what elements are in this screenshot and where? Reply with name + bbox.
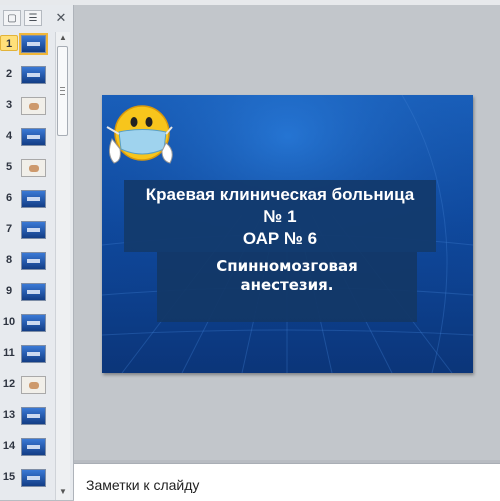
slide-number: 13	[2, 409, 16, 421]
pane-header: ▢ ☰ ✕	[0, 8, 73, 28]
slides-tab-icon[interactable]: ▢	[3, 10, 21, 26]
slide-number: 8	[5, 254, 13, 266]
grip-icon	[60, 87, 65, 95]
slide-thumbnail-2[interactable]: 2	[0, 63, 54, 94]
slide-thumbnail-13[interactable]: 13	[0, 404, 54, 435]
slide-title[interactable]: Краевая клиническая больница № 1 ОАР № 6	[124, 184, 436, 250]
slide-thumbnail-image[interactable]	[21, 376, 46, 394]
slide-number: 14	[2, 440, 16, 452]
slide-title-line: ОАР № 6	[242, 229, 318, 248]
current-slide[interactable]: Краевая клиническая больница № 1 ОАР № 6…	[102, 95, 473, 373]
slide-thumbnail-image[interactable]	[21, 221, 46, 239]
scrollbar-thumb[interactable]	[57, 46, 68, 136]
scroll-down-icon[interactable]: ▼	[56, 486, 70, 498]
slide-number: 5	[5, 161, 13, 173]
slide-number: 6	[5, 192, 13, 204]
thumbnail-scrollbar[interactable]: ▲ ▼	[55, 32, 70, 500]
slide-title-line: Краевая клиническая больница	[145, 185, 415, 204]
slide-thumbnail-image[interactable]	[21, 66, 46, 84]
notes-placeholder: Заметки к слайду	[86, 477, 200, 493]
slide-thumbnail-1[interactable]: 1	[0, 32, 54, 63]
slide-subtitle-line: Спинномозговая	[216, 257, 358, 275]
outline-tab-icon[interactable]: ☰	[24, 10, 42, 26]
slide-thumbnail-15[interactable]: 15	[0, 466, 54, 497]
slide-thumbnail-image[interactable]	[21, 345, 46, 363]
slide-subtitle[interactable]: Спинномозговая анестезия.	[157, 257, 417, 295]
slide-thumbnail-8[interactable]: 8	[0, 249, 54, 280]
slide-thumbnail-7[interactable]: 7	[0, 218, 54, 249]
slide-thumbnail-image[interactable]	[19, 33, 48, 55]
notes-pane[interactable]: Заметки к слайду	[74, 463, 500, 501]
slide-thumbnail-image[interactable]	[21, 159, 46, 177]
slide-thumbnail-image[interactable]	[21, 128, 46, 146]
slide-thumbnail-image[interactable]	[21, 438, 46, 456]
slide-number: 11	[3, 347, 15, 359]
slide-number: 10	[2, 316, 16, 328]
slide-title-line: № 1	[263, 207, 297, 226]
slide-number: 3	[5, 99, 13, 111]
slide-thumbnail-11[interactable]: 11	[0, 342, 54, 373]
slide-subtitle-line: анестезия.	[240, 276, 334, 294]
slide-number: 2	[5, 68, 13, 80]
close-icon[interactable]: ✕	[54, 10, 68, 26]
slide-number: 7	[5, 223, 13, 235]
masked-smiley-icon	[106, 105, 173, 164]
slide-number: 4	[5, 130, 13, 142]
slide-number: 9	[5, 285, 13, 297]
slide-thumbnail-image[interactable]	[21, 314, 46, 332]
slide-thumbnail-image[interactable]	[21, 469, 46, 487]
slide-number: 12	[2, 378, 16, 390]
slides-pane: ▢ ☰ ✕ 1 2 3 4 5 6 7 8 9 10 11 12 13 14 1…	[0, 5, 74, 500]
slide-number: 15	[2, 471, 16, 483]
slide-thumbnail-3[interactable]: 3	[0, 94, 54, 125]
slide-thumbnail-10[interactable]: 10	[0, 311, 54, 342]
slide-thumbnail-image[interactable]	[21, 190, 46, 208]
slide-thumbnail-list: 1 2 3 4 5 6 7 8 9 10 11 12 13 14 15	[0, 32, 54, 497]
slide-thumbnail-image[interactable]	[21, 97, 46, 115]
slide-thumbnail-9[interactable]: 9	[0, 280, 54, 311]
slide-thumbnail-14[interactable]: 14	[0, 435, 54, 466]
scroll-up-icon[interactable]: ▲	[56, 32, 70, 44]
slide-thumbnail-4[interactable]: 4	[0, 125, 54, 156]
slide-thumbnail-12[interactable]: 12	[0, 373, 54, 404]
slide-editing-area[interactable]: Краевая клиническая больница № 1 ОАР № 6…	[74, 5, 500, 460]
slide-thumbnail-image[interactable]	[21, 283, 46, 301]
slide-number: 1	[0, 35, 18, 51]
slide-thumbnail-6[interactable]: 6	[0, 187, 54, 218]
slide-thumbnail-image[interactable]	[21, 407, 46, 425]
slide-thumbnail-5[interactable]: 5	[0, 156, 54, 187]
slide-thumbnail-image[interactable]	[21, 252, 46, 270]
